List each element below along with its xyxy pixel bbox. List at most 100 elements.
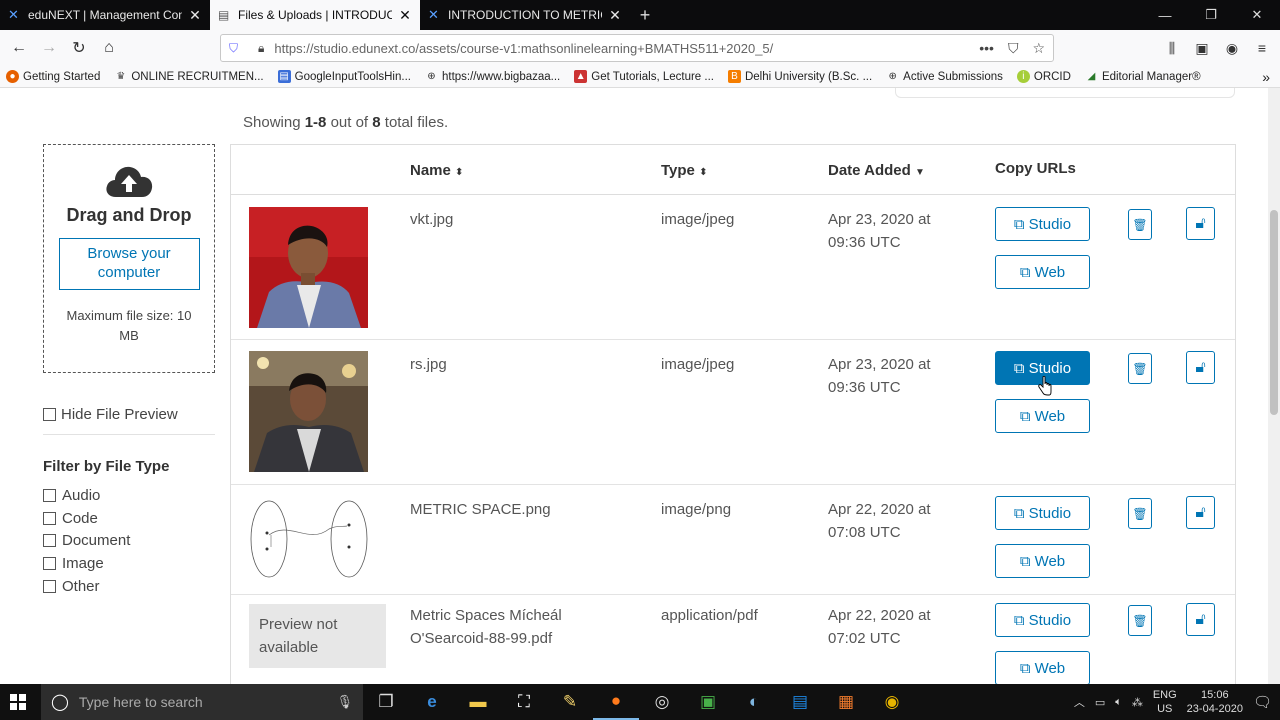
browser-tab-metric[interactable]: ✕ INTRODUCTION TO METRIC SP ✕ [420, 0, 630, 30]
lock-toggle-button[interactable]: 🔓︎ [1186, 496, 1215, 529]
firefox-icon[interactable]: ● [593, 684, 639, 720]
home-icon[interactable]: ⌂ [94, 33, 124, 63]
column-header-type[interactable]: Type ⬍ [661, 162, 707, 179]
hide-file-preview-toggle[interactable]: Hide File Preview [43, 406, 178, 423]
copy-studio-url-button[interactable]: ⧉ Studio [995, 207, 1090, 241]
lock-toggle-button[interactable]: 🔓︎ [1186, 351, 1215, 384]
copy-web-url-button[interactable]: ⧉ Web [995, 255, 1090, 289]
notification-icon[interactable]: 🗨︎ [1253, 693, 1272, 711]
filter-option-code[interactable]: Code [43, 507, 130, 530]
lock-toggle-button[interactable]: 🔓︎ [1186, 603, 1215, 636]
obs-icon[interactable]: ◎ [639, 684, 685, 720]
browser-tab-files-uploads[interactable]: ▤ Files & Uploads | INTRODUCTIO ✕ [210, 0, 420, 30]
clock[interactable]: 15:06 23-04-2020 [1187, 688, 1243, 717]
network-icon[interactable]: ⁂ [1132, 696, 1143, 709]
reload-icon[interactable]: ↻ [64, 33, 94, 63]
bookmark-item[interactable]: B Delhi University (B.Sc. ... [727, 70, 872, 83]
store-icon[interactable]: ⛶ [501, 684, 547, 720]
checkbox[interactable] [43, 556, 56, 570]
column-header-date[interactable]: Date Added ▼ [828, 162, 925, 179]
upload-dropzone[interactable]: Drag and Drop Browse your computer Maxim… [43, 144, 215, 373]
copy-studio-url-button[interactable]: ⧉ Studio [995, 496, 1090, 530]
filter-option-document[interactable]: Document [43, 529, 130, 552]
office-app-icon[interactable]: ▦ [823, 684, 869, 720]
delete-button[interactable]: 🗑︎ [1128, 498, 1152, 529]
new-tab-button[interactable]: + [630, 0, 660, 30]
column-header-name[interactable]: Name ⬍ [410, 162, 463, 179]
account-icon[interactable]: ◉ [1220, 34, 1244, 62]
page-actions-icon[interactable]: ••• [979, 40, 994, 57]
lock-toggle-button[interactable]: 🔓︎ [1186, 207, 1215, 240]
library-icon[interactable]: ⫼ [1160, 34, 1184, 62]
lock-icon[interactable]: 🔒︎ [258, 41, 264, 56]
tab-title: eduNEXT | Management Cons [28, 8, 182, 22]
chevron-right-icon[interactable]: » [1262, 69, 1270, 85]
bookmark-item[interactable]: ▲ Get Tutorials, Lecture ... [574, 70, 714, 83]
shield-icon[interactable]: ⛉ [229, 41, 238, 56]
star-icon[interactable]: ☆ [1032, 40, 1045, 57]
checkbox[interactable] [43, 534, 56, 548]
copy-icon: ⧉ [1013, 215, 1025, 233]
tab-title: INTRODUCTION TO METRIC SP [448, 8, 602, 22]
unlock-icon: 🔓︎ [1195, 214, 1206, 232]
checkbox[interactable] [43, 579, 56, 593]
cd-icon[interactable]: ◐ [731, 684, 777, 720]
delete-button[interactable]: 🗑︎ [1128, 209, 1152, 240]
bookmark-item[interactable]: ♛ ONLINE RECRUITMEN... [114, 70, 263, 83]
copy-web-url-button[interactable]: ⧉ Web [995, 399, 1090, 433]
copy-studio-url-button[interactable]: ⧉ Studio [995, 603, 1090, 637]
filter-option-image[interactable]: Image [43, 552, 130, 575]
browser-tab-edunext[interactable]: ✕ eduNEXT | Management Cons ✕ [0, 0, 210, 30]
pen-app-icon[interactable]: ✎ [547, 684, 593, 720]
close-tab-icon[interactable]: ✕ [398, 7, 412, 24]
microphone-icon[interactable]: 🎙︎ [336, 694, 353, 710]
filter-option-audio[interactable]: Audio [43, 484, 130, 507]
sidebar-icon[interactable]: ▣ [1190, 34, 1214, 62]
file-name: vkt.jpg [410, 211, 454, 228]
edge-icon[interactable]: e [409, 684, 455, 720]
checkbox[interactable] [43, 488, 56, 502]
taskbar-search[interactable]: ◯ Type here to search 🎙︎ [41, 684, 363, 720]
close-window-icon[interactable]: ✕ [1234, 0, 1280, 30]
file-type: image/jpeg [661, 356, 735, 373]
windows-start-icon[interactable] [0, 684, 36, 720]
delete-button[interactable]: 🗑︎ [1128, 353, 1152, 384]
filter-option-other[interactable]: Other [43, 575, 130, 598]
battery-icon[interactable]: ▭ [1095, 696, 1105, 709]
minimize-icon[interactable]: — [1142, 0, 1188, 30]
copy-web-url-button[interactable]: ⧉ Web [995, 651, 1090, 684]
bookmark-item[interactable]: ⊕ Active Submissions [886, 70, 1002, 83]
chevron-up-icon[interactable]: ︿ [1074, 694, 1085, 710]
bookmark-item[interactable]: i ORCID [1016, 70, 1071, 83]
url-text[interactable]: https://studio.edunext.co/assets/course-… [274, 41, 773, 56]
page-content: Showing 1-8 out of 8 total files. Drag a… [0, 88, 1280, 684]
checkbox[interactable] [43, 408, 56, 421]
volume-icon[interactable]: 🔈︎ [1115, 696, 1122, 709]
pocket-icon[interactable]: ⛉ [1008, 40, 1019, 57]
back-icon[interactable]: ← [4, 33, 34, 63]
url-bar[interactable]: ⛉ 🔒︎ https://studio.edunext.co/assets/co… [220, 34, 1054, 62]
task-view-icon[interactable]: ❐ [363, 684, 409, 720]
language-indicator[interactable]: ENG US [1153, 688, 1177, 717]
forward-icon[interactable]: → [34, 33, 64, 63]
outlook-icon[interactable]: ▤ [777, 684, 823, 720]
file-explorer-icon[interactable]: ▬ [455, 684, 501, 720]
browse-computer-button[interactable]: Browse your computer [58, 238, 200, 290]
browser-tab-strip: ✕ eduNEXT | Management Cons ✕ ▤ Files & … [0, 0, 1280, 30]
copy-web-url-button[interactable]: ⧉ Web [995, 544, 1090, 578]
scrollbar-thumb[interactable] [1270, 210, 1278, 415]
page-scrollbar[interactable] [1268, 88, 1280, 684]
bookmark-item[interactable]: ◢ Editorial Manager® [1085, 70, 1201, 83]
column-header-copy-urls: Copy URLs [995, 160, 1076, 177]
delete-button[interactable]: 🗑︎ [1128, 605, 1152, 636]
maximize-icon[interactable]: ❐ [1188, 0, 1234, 30]
menu-icon[interactable]: ≡ [1250, 34, 1274, 62]
bookmark-item[interactable]: ● Getting Started [6, 70, 100, 83]
checkbox[interactable] [43, 511, 56, 525]
chrome-icon[interactable]: ◉ [869, 684, 915, 720]
close-tab-icon[interactable]: ✕ [608, 7, 622, 24]
camtasia-icon[interactable]: ▣ [685, 684, 731, 720]
bookmark-item[interactable]: ⊕ https://www.bigbazaa... [425, 70, 560, 83]
close-tab-icon[interactable]: ✕ [188, 7, 202, 24]
bookmark-item[interactable]: ▤ GoogleInputToolsHin... [277, 70, 411, 83]
